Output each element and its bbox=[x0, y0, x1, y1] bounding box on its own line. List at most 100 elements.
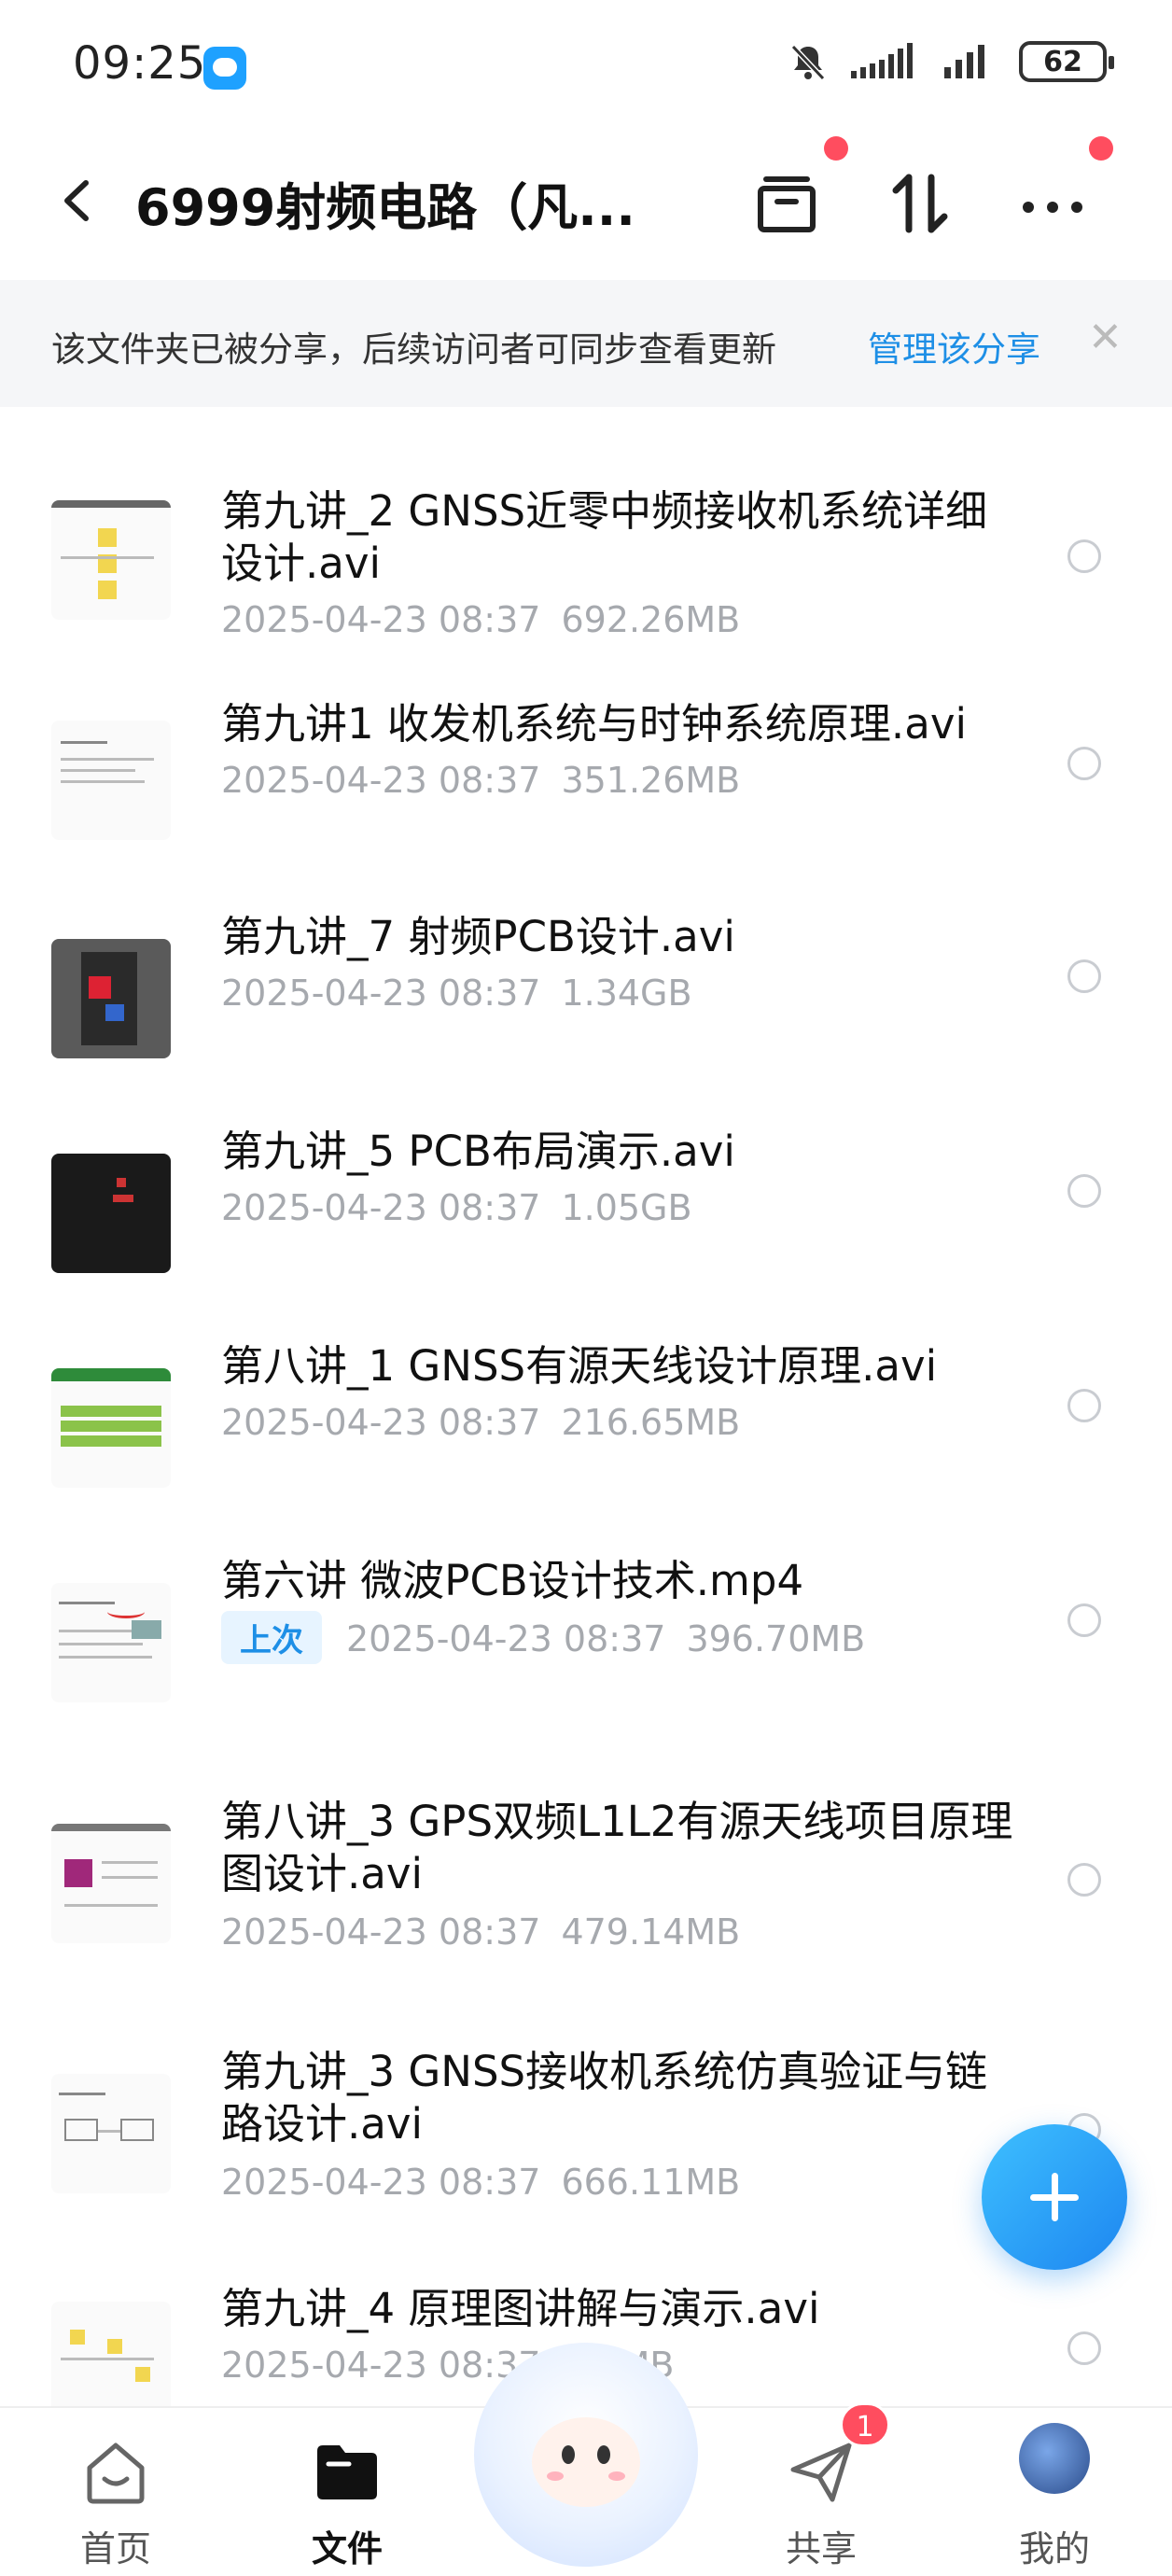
file-date: 2025-04-23 08:37 bbox=[221, 1402, 541, 1443]
assistant-mascot-button[interactable] bbox=[474, 2343, 698, 2567]
status-bar: 09:25 62 bbox=[0, 0, 1172, 121]
archive-icon bbox=[758, 176, 816, 232]
bell-off-icon bbox=[790, 44, 826, 81]
list-item[interactable]: 第九讲_2 GNSS近零中频接收机系统详细设计.avi 2025-04-23 0… bbox=[0, 463, 1172, 650]
nav-home-label: 首页 bbox=[79, 2528, 151, 2569]
share-banner: 该文件夹已被分享，后续访问者可同步查看更新 管理该分享 ✕ bbox=[0, 280, 1172, 407]
file-thumbnail bbox=[51, 1368, 171, 1488]
file-size: 479.14MB bbox=[561, 1911, 741, 1953]
mascot-face bbox=[532, 2417, 640, 2507]
file-name: 第八讲_3 GPS双频L1L2有源天线项目原理图设计.avi bbox=[221, 1797, 1013, 1898]
avatar[interactable] bbox=[1019, 2423, 1090, 2494]
send-icon bbox=[790, 2443, 852, 2502]
share-notification-badge: 1 bbox=[840, 2402, 890, 2447]
select-radio[interactable] bbox=[1067, 959, 1101, 993]
file-thumbnail bbox=[51, 2074, 171, 2193]
file-name: 第九讲_2 GNSS近零中频接收机系统详细设计.avi bbox=[221, 486, 988, 588]
back-button[interactable] bbox=[47, 168, 112, 233]
nav-home[interactable]: 首页 bbox=[41, 2427, 190, 2569]
header: 6999射频电路（凡... bbox=[0, 121, 1172, 280]
file-thumbnail bbox=[51, 1824, 171, 1943]
file-list: 第九讲_2 GNSS近零中频接收机系统详细设计.avi 2025-04-23 0… bbox=[0, 407, 1172, 2408]
status-time: 09:25 bbox=[73, 37, 207, 90]
file-thumbnail bbox=[51, 1154, 171, 1273]
file-date: 2025-04-23 08:37 bbox=[221, 599, 541, 640]
select-radio[interactable] bbox=[1067, 747, 1101, 780]
file-meta: 2025-04-23 08:37 1.05GB bbox=[221, 1187, 692, 1228]
select-radio[interactable] bbox=[1067, 2331, 1101, 2365]
signal-icon bbox=[851, 43, 913, 78]
nav-files[interactable]: 文件 bbox=[272, 2427, 422, 2569]
file-thumbnail bbox=[51, 721, 171, 840]
list-item[interactable]: 第八讲_1 GNSS有源天线设计原理.avi 2025-04-23 08:37 2… bbox=[0, 1340, 1172, 1527]
archive-button[interactable] bbox=[749, 166, 824, 241]
more-notification-dot bbox=[1089, 136, 1113, 161]
list-item[interactable]: 第六讲 微波PCB设计技术.mp4 上次 2025-04-23 08:37 396.… bbox=[0, 1555, 1172, 1742]
file-name: 第九讲_5 PCB布局演示.avi bbox=[221, 1127, 735, 1176]
file-name: 第九讲_7 射频PCB设计.avi bbox=[221, 912, 735, 961]
more-button[interactable] bbox=[1015, 166, 1090, 241]
file-date: 2025-04-23 08:37 bbox=[221, 760, 541, 801]
signal-icon-2 bbox=[944, 45, 984, 78]
file-thumbnail bbox=[51, 939, 171, 1058]
file-meta: 2025-04-23 08:37 351.26MB bbox=[221, 760, 740, 801]
file-thumbnail bbox=[51, 1583, 171, 1702]
file-size: 396.70MB bbox=[686, 1618, 866, 1659]
file-date: 2025-04-23 08:37 bbox=[346, 1618, 666, 1659]
file-meta: 2025-04-23 08:37 1.34GB bbox=[221, 973, 692, 1014]
sort-button[interactable] bbox=[883, 166, 957, 241]
file-meta: 上次 2025-04-23 08:37 396.70MB bbox=[221, 1611, 865, 1664]
file-size: 1.05GB bbox=[561, 1187, 692, 1228]
file-name: 第九讲_3 GNSS接收机系统仿真验证与链路设计.avi bbox=[221, 2047, 988, 2149]
page-title: 6999射频电路（凡... bbox=[135, 178, 635, 237]
status-icons: 62 bbox=[788, 41, 1114, 82]
select-radio[interactable] bbox=[1067, 1863, 1101, 1897]
message-app-icon bbox=[203, 47, 246, 90]
file-date: 2025-04-23 08:37 bbox=[221, 973, 541, 1014]
file-name: 第六讲 微波PCB设计技术.mp4 bbox=[221, 1556, 804, 1605]
select-radio[interactable] bbox=[1067, 539, 1101, 573]
share-banner-text: 该文件夹已被分享，后续访问者可同步查看更新 bbox=[51, 329, 776, 370]
file-size: 351.26MB bbox=[561, 760, 741, 801]
list-item[interactable]: 第九讲1 收发机系统与时钟系统原理.avi 2025-04-23 08:37 35… bbox=[0, 698, 1172, 885]
mascot-eye bbox=[562, 2445, 575, 2464]
nav-mine-label: 我的 bbox=[1018, 2528, 1090, 2569]
file-date: 2025-04-23 08:37 bbox=[221, 2345, 541, 2386]
nav-share[interactable]: 共享 bbox=[746, 2427, 896, 2569]
file-size: 1.34GB bbox=[561, 973, 692, 1014]
more-icon bbox=[1023, 202, 1082, 213]
file-date: 2025-04-23 08:37 bbox=[221, 1911, 541, 1953]
close-banner-button[interactable]: ✕ bbox=[1088, 317, 1123, 358]
file-name: 第八讲_1 GNSS有源天线设计原理.avi bbox=[221, 1341, 938, 1391]
select-radio[interactable] bbox=[1067, 1389, 1101, 1422]
file-meta: 2025-04-23 08:37 692.26MB bbox=[221, 599, 740, 640]
list-item[interactable]: 第九讲_5 PCB布局演示.avi 2025-04-23 08:37 1.05GB bbox=[0, 1126, 1172, 1312]
file-meta: 2025-04-23 08:37 479.14MB bbox=[221, 1911, 740, 1953]
nav-share-label: 共享 bbox=[785, 2528, 857, 2569]
mascot-cheek bbox=[608, 2471, 625, 2481]
sort-icon bbox=[892, 174, 948, 233]
file-name: 第九讲1 收发机系统与时钟系统原理.avi bbox=[221, 699, 967, 749]
file-meta: 2025-04-23 08:37 216.65MB bbox=[221, 1402, 740, 1443]
select-radio[interactable] bbox=[1067, 1174, 1101, 1208]
folder-icon bbox=[317, 2445, 377, 2499]
manage-share-link[interactable]: 管理该分享 bbox=[868, 321, 1040, 371]
archive-notification-dot bbox=[824, 136, 848, 161]
add-button[interactable] bbox=[982, 2124, 1127, 2270]
nav-files-label: 文件 bbox=[311, 2528, 383, 2569]
chevron-left-icon bbox=[64, 180, 89, 221]
list-item[interactable]: 第八讲_3 GPS双频L1L2有源天线项目原理图设计.avi 2025-04-2… bbox=[0, 1796, 1172, 2001]
select-radio[interactable] bbox=[1067, 1603, 1101, 1637]
list-item[interactable]: 第九讲_7 射频PCB设计.avi 2025-04-23 08:37 1.34GB bbox=[0, 911, 1172, 1098]
last-played-badge: 上次 bbox=[221, 1611, 322, 1664]
file-date: 2025-04-23 08:37 bbox=[221, 2162, 541, 2203]
file-name: 第九讲_4 原理图讲解与演示.avi bbox=[221, 2284, 820, 2333]
battery-indicator: 62 bbox=[1019, 41, 1114, 82]
file-size: 692.26MB bbox=[561, 599, 741, 640]
home-icon bbox=[87, 2443, 145, 2504]
mascot-cheek bbox=[547, 2471, 564, 2481]
file-thumbnail bbox=[51, 500, 171, 620]
file-date: 2025-04-23 08:37 bbox=[221, 1187, 541, 1228]
file-meta: 2025-04-23 08:37 666.11MB bbox=[221, 2162, 740, 2203]
file-size: 666.11MB bbox=[561, 2162, 741, 2203]
